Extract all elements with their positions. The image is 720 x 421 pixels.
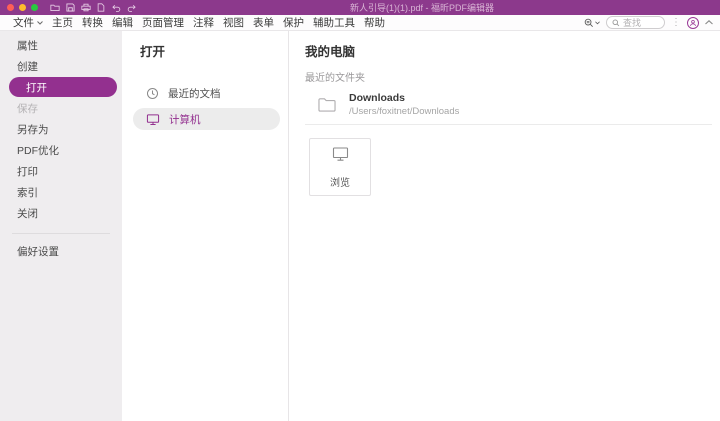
browse-button[interactable]: 浏览 <box>309 138 371 196</box>
sidebar-item-pdf-optimize[interactable]: PDF优化 <box>0 140 122 161</box>
close-window-button[interactable] <box>7 4 14 11</box>
menubar: 文件 主页 转换 编辑 页面管理 注释 视图 表单 保护 辅助工具 帮助 ⋮ <box>0 15 720 31</box>
search-icon <box>612 19 620 27</box>
menu-help[interactable]: 帮助 <box>364 15 385 30</box>
undo-icon[interactable] <box>111 4 121 12</box>
new-document-icon[interactable] <box>97 3 105 12</box>
sidebar-item-print[interactable]: 打印 <box>0 161 122 182</box>
menu-file-label: 文件 <box>13 15 34 30</box>
sidebar-item-save-as[interactable]: 另存为 <box>0 119 122 140</box>
open-panel: 打开 最近的文档 计算机 <box>122 31 289 421</box>
sidebar-divider <box>12 233 110 234</box>
sidebar-item-create[interactable]: 创建 <box>0 56 122 77</box>
menu-page-organize[interactable]: 页面管理 <box>142 15 184 30</box>
folder-icon <box>317 96 337 113</box>
my-computer-title: 我的电脑 <box>305 41 712 58</box>
sidebar-item-open[interactable]: 打开 <box>9 77 117 97</box>
menu-convert[interactable]: 转换 <box>82 15 103 30</box>
recent-folders-label: 最近的文件夹 <box>305 69 712 84</box>
menu-view[interactable]: 视图 <box>223 15 244 30</box>
open-item-recent-documents[interactable]: 最近的文档 <box>133 82 280 104</box>
clock-icon <box>146 87 159 100</box>
menubar-right-controls: ⋮ <box>584 16 713 29</box>
window-title: 新人引导(1)(1).pdf - 福昕PDF编辑器 <box>350 1 494 14</box>
search-field[interactable] <box>606 16 665 29</box>
menu-accessibility[interactable]: 辅助工具 <box>313 15 355 30</box>
open-item-label: 最近的文档 <box>168 86 221 101</box>
folder-info: Downloads /Users/foxitnet/Downloads <box>349 92 459 117</box>
user-icon <box>689 19 697 27</box>
browse-label: 浏览 <box>330 174 350 189</box>
traffic-lights <box>7 4 38 11</box>
open-panel-title: 打开 <box>140 41 280 58</box>
recent-folder-downloads[interactable]: Downloads /Users/foxitnet/Downloads <box>305 90 712 125</box>
menu-form[interactable]: 表单 <box>253 15 274 30</box>
chevron-down-icon <box>37 21 43 25</box>
open-folder-icon[interactable] <box>50 3 60 12</box>
sidebar-item-properties[interactable]: 属性 <box>0 35 122 56</box>
sidebar-item-index[interactable]: 索引 <box>0 182 122 203</box>
account-avatar[interactable] <box>687 17 699 29</box>
computer-icon <box>332 146 349 167</box>
menu-comment[interactable]: 注释 <box>193 15 214 30</box>
save-icon[interactable] <box>66 3 75 12</box>
titlebar: 新人引导(1)(1).pdf - 福昕PDF编辑器 <box>0 0 720 15</box>
more-options-button[interactable]: ⋮ <box>671 18 681 28</box>
open-item-computer[interactable]: 计算机 <box>133 108 280 130</box>
folder-name: Downloads <box>349 92 459 104</box>
open-item-label: 计算机 <box>169 112 201 127</box>
zoom-window-button[interactable] <box>31 4 38 11</box>
menu-file[interactable]: 文件 <box>13 15 43 30</box>
sidebar-item-save: 保存 <box>0 98 122 119</box>
open-locations-list: 最近的文档 计算机 <box>133 82 280 130</box>
menu-edit[interactable]: 编辑 <box>112 15 133 30</box>
backstage-view: 属性 创建 打开 保存 另存为 PDF优化 打印 索引 关闭 偏好设置 打开 最… <box>0 31 720 421</box>
quick-access-toolbar <box>50 3 137 12</box>
collapse-toolbar-button[interactable] <box>705 20 713 25</box>
search-input[interactable] <box>623 18 659 28</box>
print-icon[interactable] <box>81 3 91 12</box>
find-options-button[interactable] <box>584 18 600 28</box>
menu-home[interactable]: 主页 <box>52 15 73 30</box>
minimize-window-button[interactable] <box>19 4 26 11</box>
sidebar-item-preferences[interactable]: 偏好设置 <box>0 241 122 262</box>
sidebar-item-close[interactable]: 关闭 <box>0 203 122 224</box>
chevron-up-icon <box>705 20 713 25</box>
computer-icon <box>146 113 160 126</box>
menu-protect[interactable]: 保护 <box>283 15 304 30</box>
folder-path: /Users/foxitnet/Downloads <box>349 106 459 117</box>
redo-icon[interactable] <box>127 4 137 12</box>
chevron-down-icon <box>595 21 600 25</box>
my-computer-panel: 我的电脑 最近的文件夹 Downloads /Users/foxitnet/Do… <box>289 31 720 421</box>
file-sidebar: 属性 创建 打开 保存 另存为 PDF优化 打印 索引 关闭 偏好设置 <box>0 31 122 421</box>
